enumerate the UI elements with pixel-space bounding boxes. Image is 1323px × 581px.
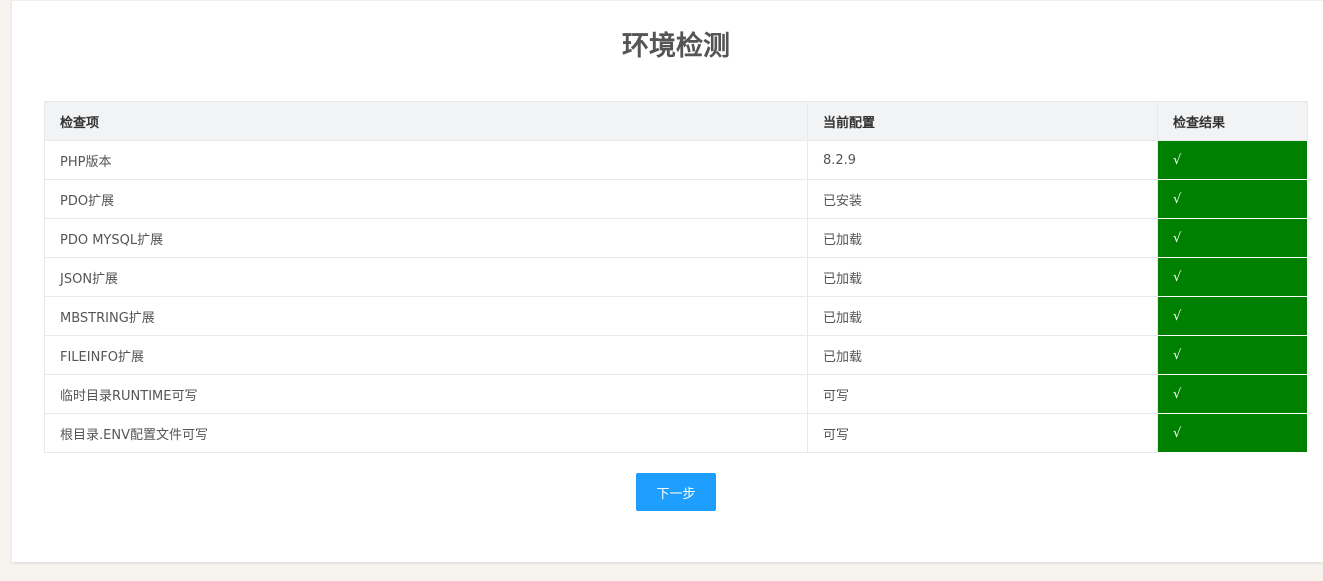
check-item-cell: PDO扩展 (44, 179, 808, 219)
current-config-cell: 已加载 (807, 218, 1158, 258)
table-row: 临时目录RUNTIME可写 可写 √ (44, 374, 1308, 414)
check-item-cell: 临时目录RUNTIME可写 (44, 374, 808, 414)
page-title: 环境检测 (622, 31, 730, 62)
check-result-cell: √ (1157, 296, 1308, 336)
check-item-cell: 根目录.ENV配置文件可写 (44, 413, 808, 453)
header-check-item: 检查项 (44, 101, 808, 141)
check-result-cell: √ (1157, 140, 1308, 180)
table-row: PDO扩展 已安装 √ (44, 179, 1308, 219)
current-config-cell: 可写 (807, 374, 1158, 414)
next-step-button[interactable]: 下一步 (636, 473, 716, 511)
check-item-cell: FILEINFO扩展 (44, 335, 808, 375)
current-config-cell: 已加载 (807, 296, 1158, 336)
table-row: PDO MYSQL扩展 已加载 √ (44, 218, 1308, 258)
check-result-cell: √ (1157, 179, 1308, 219)
check-result-cell: √ (1157, 257, 1308, 297)
current-config-cell: 可写 (807, 413, 1158, 453)
check-result-cell: √ (1157, 218, 1308, 258)
check-result-cell: √ (1157, 413, 1308, 453)
check-item-cell: JSON扩展 (44, 257, 808, 297)
current-config-cell: 已加载 (807, 257, 1158, 297)
environment-check-card: 环境检测 检查项 当前配置 检查结果 PHP版本 8.2.9 √ PDO扩展 已… (12, 1, 1323, 562)
current-config-cell: 已安装 (807, 179, 1158, 219)
table-row: 根目录.ENV配置文件可写 可写 √ (44, 413, 1308, 453)
table-row: JSON扩展 已加载 √ (44, 257, 1308, 297)
check-item-cell: PDO MYSQL扩展 (44, 218, 808, 258)
check-item-cell: MBSTRING扩展 (44, 296, 808, 336)
check-result-cell: √ (1157, 374, 1308, 414)
current-config-cell: 已加载 (807, 335, 1158, 375)
table-row: FILEINFO扩展 已加载 √ (44, 335, 1308, 375)
header-current-config: 当前配置 (807, 101, 1158, 141)
header-check-result: 检查结果 (1157, 101, 1308, 141)
check-item-cell: PHP版本 (44, 140, 808, 180)
table-header-row: 检查项 当前配置 检查结果 (44, 101, 1308, 141)
check-result-cell: √ (1157, 335, 1308, 375)
table-row: MBSTRING扩展 已加载 √ (44, 296, 1308, 336)
current-config-cell: 8.2.9 (807, 140, 1158, 180)
environment-check-table: 检查项 当前配置 检查结果 PHP版本 8.2.9 √ PDO扩展 已安装 √ … (44, 101, 1308, 453)
table-row: PHP版本 8.2.9 √ (44, 140, 1308, 180)
